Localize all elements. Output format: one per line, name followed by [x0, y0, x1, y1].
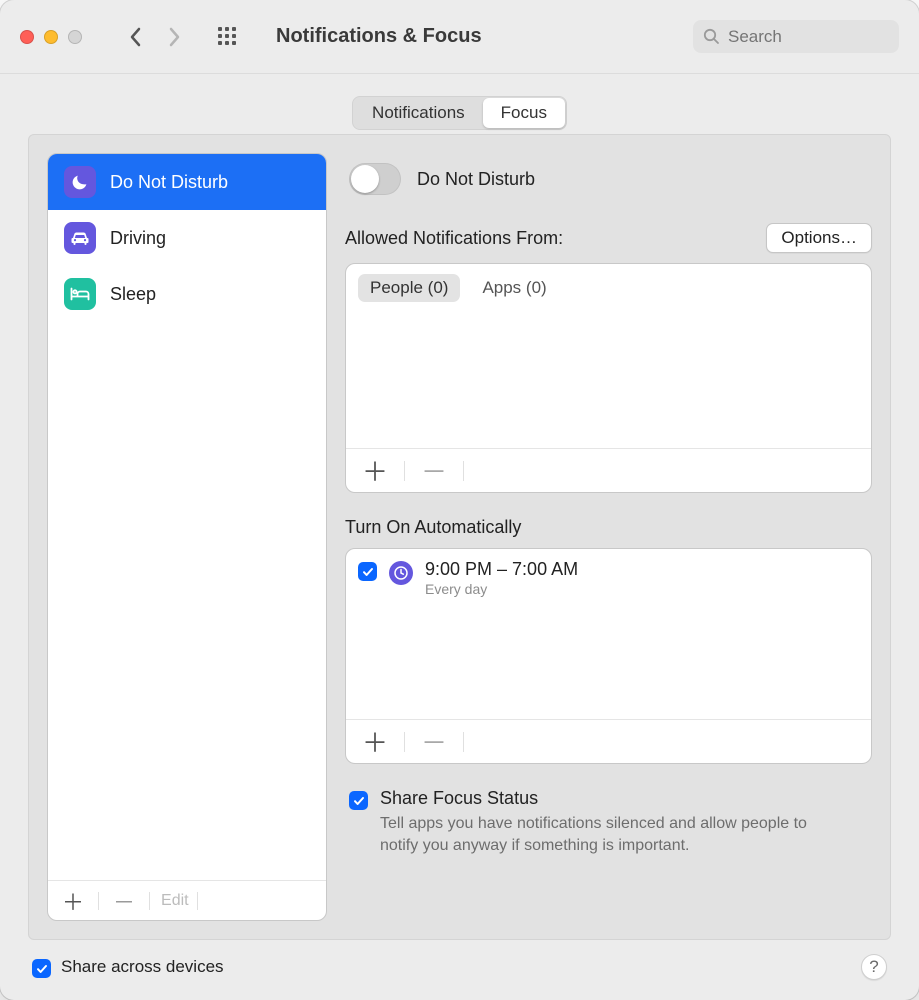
back-button[interactable] — [130, 27, 142, 47]
moon-icon — [64, 166, 96, 198]
chevron-left-icon — [130, 27, 142, 47]
check-icon — [362, 566, 374, 578]
schedule-enabled-checkbox[interactable] — [358, 562, 377, 581]
forward-button[interactable] — [168, 27, 180, 47]
divider — [98, 892, 99, 910]
options-button[interactable]: Options… — [766, 223, 872, 253]
zoom-window-button[interactable] — [68, 30, 82, 44]
add-allowed-button[interactable]: ＋ — [356, 452, 394, 489]
allowed-list — [346, 312, 871, 448]
sidebar-footer: ＋ － Edit — [48, 880, 326, 920]
dnd-toggle-label: Do Not Disturb — [417, 169, 535, 190]
divider — [404, 461, 405, 481]
allowed-card: People (0) Apps (0) ＋ － — [345, 263, 872, 493]
search-field[interactable] — [693, 20, 899, 53]
divider — [463, 732, 464, 752]
tab-notifications[interactable]: Notifications — [354, 98, 483, 128]
auto-title: Turn On Automatically — [345, 517, 872, 538]
share-focus-status-title: Share Focus Status — [380, 788, 810, 809]
tab-focus[interactable]: Focus — [483, 98, 565, 128]
close-window-button[interactable] — [20, 30, 34, 44]
main-tabs: Notifications Focus — [28, 74, 891, 130]
search-input[interactable] — [726, 26, 889, 48]
share-across-devices-label: Share across devices — [61, 957, 224, 977]
divider — [404, 732, 405, 752]
share-focus-status-desc: Tell apps you have notifications silence… — [380, 813, 810, 856]
edit-focus-button[interactable]: Edit — [161, 892, 189, 910]
search-icon — [703, 28, 720, 45]
schedule-item[interactable]: 9:00 PM – 7:00 AM Every day — [358, 559, 859, 597]
allowed-from-title: Allowed Notifications From: — [345, 228, 563, 249]
schedule-card: 9:00 PM – 7:00 AM Every day ＋ － — [345, 548, 872, 764]
schedule-time: 9:00 PM – 7:00 AM — [425, 559, 578, 580]
sidebar-item-label: Driving — [110, 228, 166, 249]
add-schedule-button[interactable]: ＋ — [356, 723, 394, 760]
divider — [463, 461, 464, 481]
remove-schedule-button[interactable]: － — [415, 723, 453, 760]
toolbar: Notifications & Focus — [0, 0, 919, 74]
schedule-repeat: Every day — [425, 581, 578, 597]
nav-buttons — [130, 27, 180, 47]
sidebar-item-label: Sleep — [110, 284, 156, 305]
remove-allowed-button[interactable]: － — [415, 452, 453, 489]
remove-focus-button[interactable]: － — [107, 885, 141, 917]
window-title: Notifications & Focus — [276, 25, 482, 48]
clock-icon — [389, 561, 413, 585]
schedule-footer: ＋ － — [346, 719, 871, 763]
check-icon — [353, 795, 365, 807]
focus-detail: Do Not Disturb Allowed Notifications Fro… — [345, 153, 872, 921]
focus-list: Do Not Disturb Driving Sleep — [48, 154, 326, 880]
divider — [149, 892, 150, 910]
help-button[interactable]: ? — [861, 954, 887, 980]
divider — [197, 892, 198, 910]
car-icon — [64, 222, 96, 254]
panel-footer: Share across devices ? — [28, 940, 891, 980]
add-focus-button[interactable]: ＋ — [56, 885, 90, 917]
check-icon — [36, 963, 48, 975]
sidebar-item-driving[interactable]: Driving — [48, 210, 326, 266]
focus-sidebar: Do Not Disturb Driving Sleep — [47, 153, 327, 921]
sidebar-item-sleep[interactable]: Sleep — [48, 266, 326, 322]
allowed-tab-apps[interactable]: Apps (0) — [470, 274, 558, 302]
content-body: Notifications Focus Do Not Disturb — [0, 74, 919, 1000]
share-focus-status-text: Share Focus Status Tell apps you have no… — [380, 788, 810, 856]
focus-panel: Do Not Disturb Driving Sleep — [28, 134, 891, 940]
share-focus-status-row: Share Focus Status Tell apps you have no… — [345, 788, 872, 856]
allowed-from-header: Allowed Notifications From: Options… — [345, 223, 872, 253]
focus-toggle-row: Do Not Disturb — [345, 153, 872, 205]
share-across-devices-row: Share across devices — [32, 956, 224, 978]
show-all-prefs-button[interactable] — [218, 27, 238, 47]
sidebar-item-label: Do Not Disturb — [110, 172, 228, 193]
share-across-devices-checkbox[interactable] — [32, 959, 51, 978]
allowed-tabs: People (0) Apps (0) — [346, 264, 871, 312]
chevron-right-icon — [168, 27, 180, 47]
allowed-footer: ＋ － — [346, 448, 871, 492]
share-focus-status-checkbox[interactable] — [349, 791, 368, 810]
minimize-window-button[interactable] — [44, 30, 58, 44]
schedule-text: 9:00 PM – 7:00 AM Every day — [425, 559, 578, 597]
window-controls — [20, 30, 82, 44]
allowed-tab-people[interactable]: People (0) — [358, 274, 460, 302]
segmented-control: Notifications Focus — [352, 96, 567, 130]
bed-icon — [64, 278, 96, 310]
dnd-toggle[interactable] — [349, 163, 401, 195]
sidebar-item-dnd[interactable]: Do Not Disturb — [48, 154, 326, 210]
system-prefs-window: Notifications & Focus Notifications Focu… — [0, 0, 919, 1000]
schedule-list: 9:00 PM – 7:00 AM Every day — [346, 549, 871, 719]
